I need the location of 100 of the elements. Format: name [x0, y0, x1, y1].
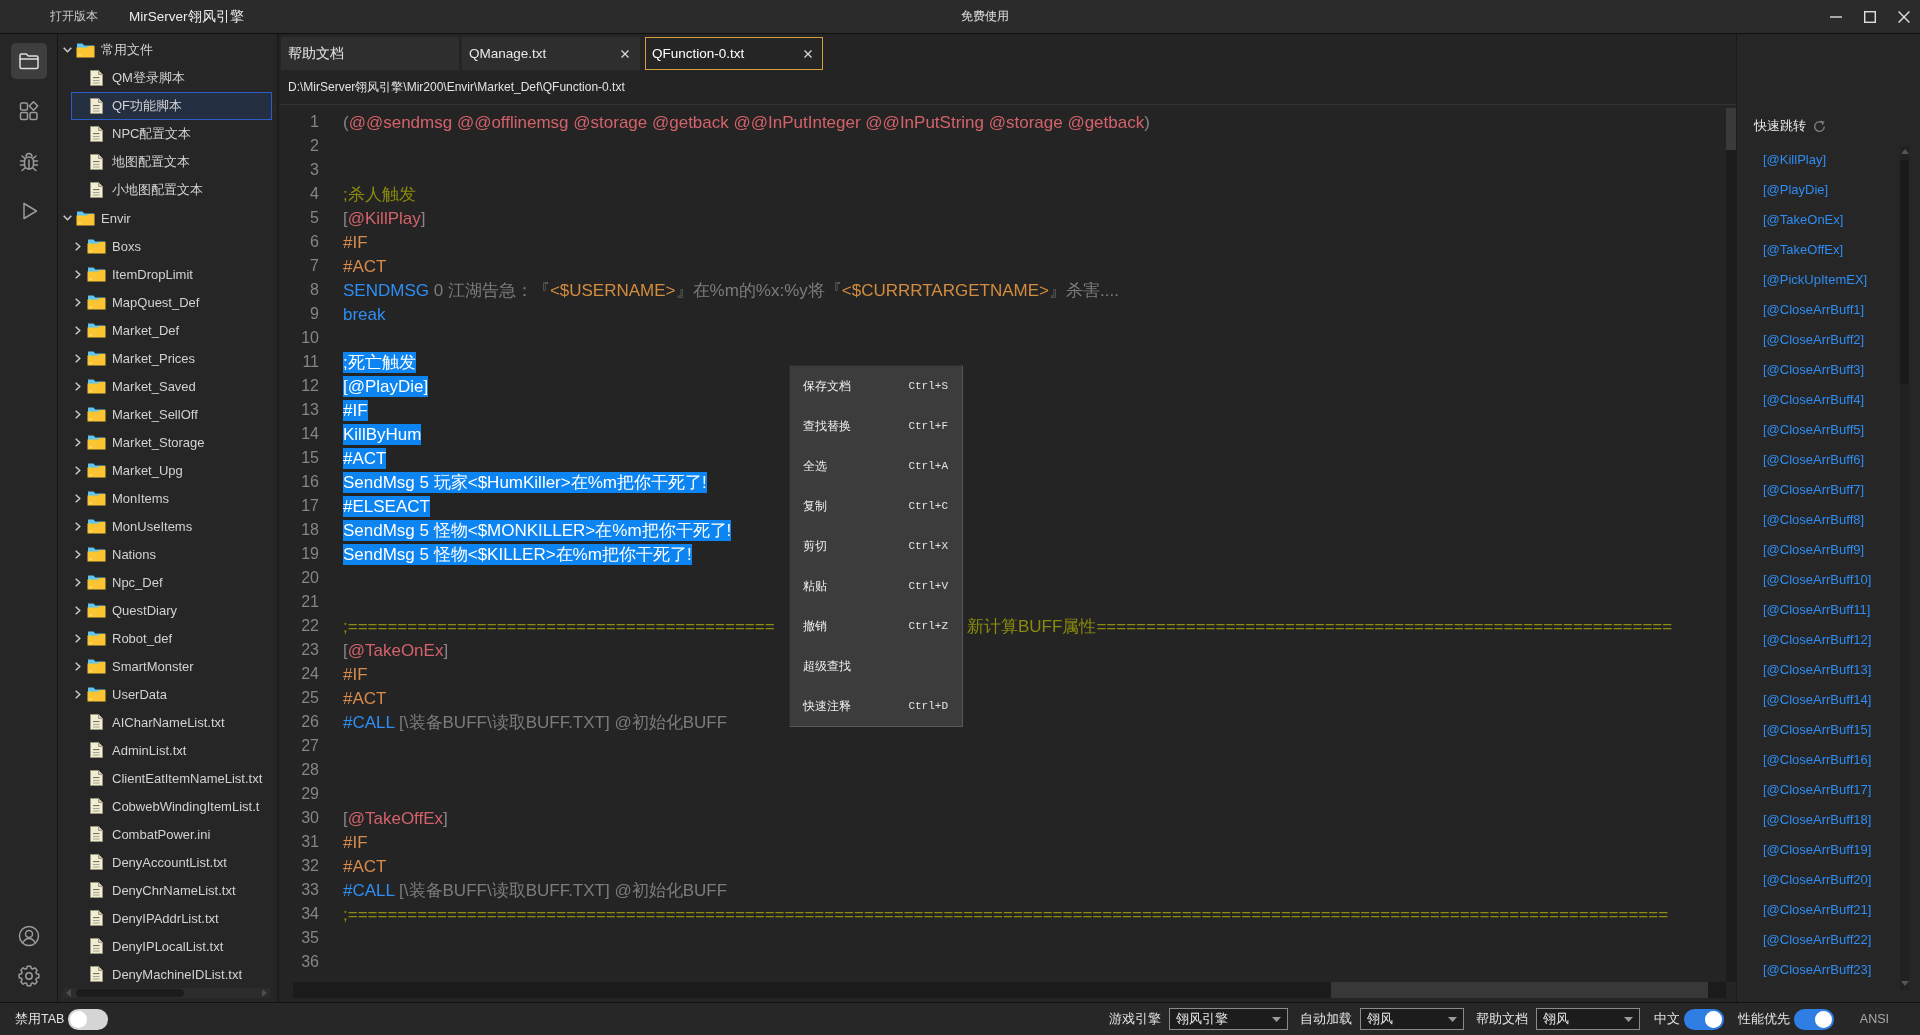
scrollbar-thumb[interactable] — [1331, 982, 1708, 998]
tree-item[interactable]: 常用文件 — [60, 36, 272, 64]
chevron-right-icon[interactable] — [75, 297, 81, 307]
jump-link[interactable]: [@CloseArrBuff12] — [1763, 631, 1872, 649]
menu-item[interactable]: 超级查找 — [790, 646, 962, 686]
jump-link[interactable]: [@CloseArrBuff11] — [1763, 601, 1871, 619]
minimize-icon[interactable] — [1830, 15, 1842, 18]
chevron-right-icon[interactable] — [75, 353, 81, 363]
chevron-right-icon[interactable] — [75, 689, 81, 699]
tree-item[interactable]: Market_Prices — [71, 344, 272, 372]
tree-item[interactable]: UserData — [71, 680, 272, 708]
tree-item[interactable]: CombatPower.ini — [71, 820, 272, 848]
scrollbar[interactable] — [293, 982, 1726, 998]
tree-item[interactable]: Npc_Def — [71, 568, 272, 596]
menu-item[interactable]: 查找替换 Ctrl+F — [790, 406, 962, 446]
close-icon[interactable] — [1898, 10, 1910, 23]
editor-tab[interactable]: QFunction-0.txt — [645, 37, 823, 70]
jump-link[interactable]: [@CloseArrBuff10] — [1763, 571, 1872, 589]
editor-tab[interactable]: QManage.txt — [462, 37, 640, 70]
menu-item[interactable]: 粘贴 Ctrl+V — [790, 566, 962, 606]
chevron-right-icon[interactable] — [75, 325, 81, 335]
chevron-right-icon[interactable] — [75, 577, 81, 587]
jump-link[interactable]: [@TakeOnEx] — [1763, 211, 1844, 229]
bug-icon[interactable] — [17, 150, 40, 172]
jump-link[interactable]: [@CloseArrBuff13] — [1763, 661, 1872, 679]
jump-link[interactable]: [@CloseArrBuff19] — [1763, 841, 1872, 859]
tree-item[interactable]: Boxs — [71, 232, 272, 260]
tree-item[interactable]: DenyAccountList.txt — [71, 848, 272, 876]
chevron-right-icon[interactable] — [75, 493, 81, 503]
jump-link[interactable]: [@CloseArrBuff4] — [1763, 391, 1865, 409]
tree-item[interactable]: NPC配置文本 — [71, 120, 272, 148]
tree-item[interactable]: DenyChrNameList.txt — [71, 876, 272, 904]
jump-link[interactable]: [@PickUpItemEX] — [1763, 271, 1868, 289]
tree-item[interactable]: Market_Saved — [71, 372, 272, 400]
tree-item[interactable]: DenyIPLocalList.txt — [71, 932, 272, 960]
tree-item[interactable]: QM登录脚本 — [71, 64, 272, 92]
chevron-right-icon[interactable] — [75, 521, 81, 531]
toggle-switch[interactable] — [68, 1008, 109, 1030]
tree-item[interactable]: MonItems — [71, 484, 272, 512]
chevron-right-icon[interactable] — [75, 269, 81, 279]
jump-link[interactable]: [@CloseArrBuff6] — [1763, 451, 1865, 469]
scrollbar[interactable] — [1900, 146, 1909, 990]
jump-link[interactable]: [@CloseArrBuff15] — [1763, 721, 1872, 739]
chevron-right-icon[interactable] — [75, 437, 81, 447]
user-icon[interactable] — [17, 925, 40, 947]
tree-item[interactable]: DenyMachineIDList.txt — [71, 960, 272, 988]
tree-item[interactable]: CobwebWindingItemList.t — [71, 792, 272, 820]
tree-item[interactable]: MapQuest_Def — [71, 288, 272, 316]
close-icon[interactable] — [621, 49, 629, 58]
close-icon[interactable] — [804, 49, 812, 58]
dropdown[interactable]: 翎风 — [1359, 1008, 1464, 1030]
jump-link[interactable]: [@CloseArrBuff1] — [1763, 301, 1865, 319]
chevron-down-icon[interactable] — [62, 47, 72, 53]
jump-link[interactable]: [@CloseArrBuff17] — [1763, 781, 1872, 799]
menu-item[interactable]: 撤销 Ctrl+Z — [790, 606, 962, 646]
jump-link[interactable]: [@PlayDie] — [1763, 181, 1829, 199]
jump-link[interactable]: [@CloseArrBuff23] — [1763, 961, 1872, 979]
jump-link[interactable]: [@CloseArrBuff21] — [1763, 901, 1872, 919]
tree-item[interactable]: MonUseItems — [71, 512, 272, 540]
scrollbar[interactable] — [1726, 108, 1736, 982]
tree-item[interactable]: Market_Storage — [71, 428, 272, 456]
jump-link[interactable]: [@TakeOffEx] — [1763, 241, 1844, 259]
menu-item[interactable]: 复制 Ctrl+C — [790, 486, 962, 526]
tree-item[interactable]: SmartMonster — [71, 652, 272, 680]
maximize-icon[interactable] — [1864, 10, 1876, 23]
jump-link[interactable]: [@CloseArrBuff7] — [1763, 481, 1865, 499]
tree-item[interactable]: 地图配置文本 — [71, 148, 272, 176]
jump-link[interactable]: [@CloseArrBuff8] — [1763, 511, 1865, 529]
tree-item[interactable]: Envir — [60, 204, 272, 232]
dropdown[interactable]: 翎风 — [1535, 1008, 1640, 1030]
settings-icon[interactable] — [17, 965, 40, 987]
jump-link[interactable]: [@KillPlay] — [1763, 151, 1827, 169]
apps-icon[interactable] — [17, 100, 40, 122]
chevron-right-icon[interactable] — [75, 549, 81, 559]
toggle-switch[interactable] — [1683, 1008, 1724, 1030]
jump-link[interactable]: [@CloseArrBuff9] — [1763, 541, 1865, 559]
tree-item[interactable]: ClientEatItemNameList.txt — [71, 764, 272, 792]
jump-link[interactable]: [@CloseArrBuff14] — [1763, 691, 1872, 709]
jump-link[interactable]: [@CloseArrBuff20] — [1763, 871, 1872, 889]
refresh-icon[interactable] — [1813, 119, 1826, 133]
jump-link[interactable]: [@CloseArrBuff16] — [1763, 751, 1872, 769]
tree-item[interactable]: DenyIPAddrList.txt — [71, 904, 272, 932]
chevron-right-icon[interactable] — [75, 661, 81, 671]
tree-item[interactable]: Market_Upg — [71, 456, 272, 484]
tree-item[interactable]: Robot_def — [71, 624, 272, 652]
chevron-right-icon[interactable] — [75, 241, 81, 251]
scrollbar-thumb[interactable] — [1726, 108, 1736, 150]
tree-item[interactable]: Market_SellOff — [71, 400, 272, 428]
chevron-right-icon[interactable] — [75, 381, 81, 391]
tree-item[interactable]: Nations — [71, 540, 272, 568]
menu-item[interactable]: 剪切 Ctrl+X — [790, 526, 962, 566]
dropdown[interactable]: 翎风引擎 — [1168, 1008, 1288, 1030]
chevron-right-icon[interactable] — [75, 633, 81, 643]
tree-item[interactable]: Market_Def — [71, 316, 272, 344]
tree-item[interactable]: 小地图配置文本 — [71, 176, 272, 204]
jump-link[interactable]: [@CloseArrBuff2] — [1763, 331, 1865, 349]
tree-item[interactable]: AICharNameList.txt — [71, 708, 272, 736]
chevron-right-icon[interactable] — [75, 409, 81, 419]
jump-link[interactable]: [@CloseArrBuff3] — [1763, 361, 1865, 379]
menu-item[interactable]: 打开版本 — [50, 8, 98, 25]
